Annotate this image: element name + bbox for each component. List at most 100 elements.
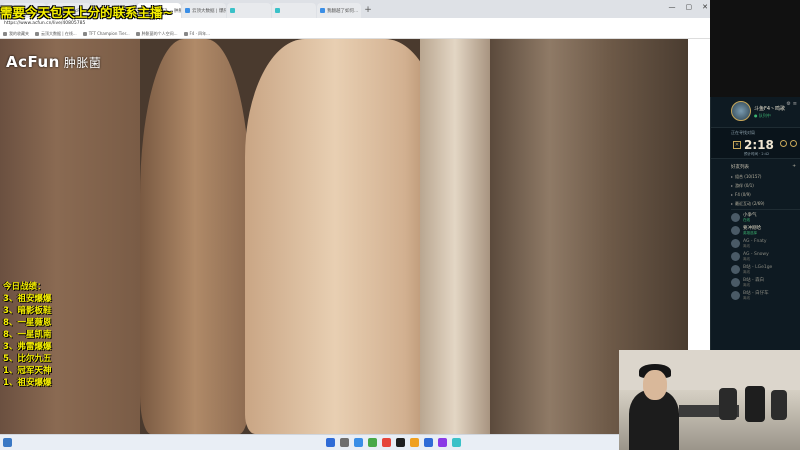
menu-icon[interactable]: ≡ [793, 101, 797, 107]
close-icon[interactable]: ✕ [702, 3, 708, 11]
stats-entry: 3、弗雷爆爆 [3, 342, 52, 352]
friend-avatar [731, 252, 740, 261]
streamer-webcam [619, 350, 800, 450]
friend-info: AG - Snowy 离线 [743, 252, 769, 261]
queue-buttons [780, 140, 797, 147]
bookmark-item[interactable]: 肿胀菌的个人空间... [135, 30, 178, 37]
live-video[interactable]: AcFun 肿胀菌 今日战绩： 3、祖安爆爆 3、暗影板鞋 8、一星薇恩 8、一星凯南 3… [0, 39, 688, 434]
bookmark-label: 肿胀菌的个人空间... [141, 30, 178, 36]
video-door [420, 39, 490, 434]
bookmark-item[interactable]: 云顶大数据 | 在线... [35, 31, 77, 37]
add-friend-icon[interactable]: + [792, 164, 796, 169]
webcam-person-face [643, 370, 667, 400]
taskbar-app-icon[interactable] [326, 438, 335, 447]
bookmarks-bar: 我的收藏夹 云顶大数据 | 在线... TFT Champion Tier... 肿胀… [0, 29, 710, 39]
stats-entry: 5、比尔九五 [3, 354, 52, 364]
tab-favicon-icon [320, 8, 325, 13]
friend-status: 英雄选择 [743, 231, 757, 235]
new-tab-button[interactable]: + [362, 3, 374, 18]
stats-entry: 3、祖安爆爆 [3, 294, 52, 304]
profile-icons: ⚙ ≡ [786, 101, 797, 107]
friend-group[interactable]: 最近互动 (2/69) [731, 199, 800, 208]
window-controls: — ▢ ✕ [669, 3, 709, 11]
taskbar-app-icon[interactable] [452, 438, 461, 447]
friend-item[interactable]: B站 - 森白 离线 [731, 276, 800, 289]
friends-header-label: 好友列表 [731, 164, 749, 170]
player-avatar[interactable] [731, 101, 751, 121]
friends-list: 好友列表 + 组合 (10/157)游伴 (0/1)F4 (0/9)最近互动 (… [711, 159, 800, 302]
taskbar-app-icon[interactable] [340, 438, 349, 447]
video-figure-reflection [140, 39, 250, 434]
friend-status: 离线 [743, 270, 750, 274]
browser-tab[interactable]: 我翻越了如何... [317, 3, 361, 18]
friend-item[interactable]: B站 - LGe1ge 离线 [731, 263, 800, 276]
bookmark-icon [35, 31, 39, 36]
taskbar-app-icon[interactable] [354, 438, 363, 447]
queue-timer: 2:18 [744, 138, 774, 152]
bookmark-icon [183, 31, 188, 36]
taskbar-app-icon[interactable] [382, 438, 391, 447]
friends-divider [731, 209, 800, 210]
friend-item[interactable]: 要冲刚哈 英雄选择 [731, 224, 800, 237]
player-name: 斗鱼F4丶鸣歌 [754, 106, 786, 112]
browser-tab[interactable] [227, 3, 271, 18]
player-profile[interactable]: 斗鱼F4丶鸣歌 ● 队列中 ⚙ ≡ [711, 97, 800, 127]
friend-avatar [731, 239, 740, 248]
friend-item[interactable]: AG - Fnaty 离线 [731, 237, 800, 250]
webcam-chair [771, 390, 787, 420]
friends-header: 好友列表 + [731, 161, 800, 172]
cancel-queue-icon[interactable]: ✕ [733, 141, 741, 149]
stats-entry: 1、祖安爆爆 [3, 378, 52, 388]
friend-info: B站 - 森白 离线 [743, 278, 764, 287]
chat-icon[interactable] [790, 140, 797, 147]
browser-tab[interactable]: 云顶大数据 | 爆肝... [182, 3, 226, 18]
bookmark-label: 我的收藏夹 [9, 30, 29, 36]
tab-favicon-icon [185, 8, 190, 13]
taskbar-app-icon[interactable] [368, 438, 377, 447]
friend-status: 离线 [743, 244, 750, 248]
friend-status: 在线 [743, 218, 750, 222]
browser-tab[interactable] [272, 3, 316, 18]
queue-panel: 正在寻找对局 ✕ 2:18 预计时间 · 2:42 [711, 127, 800, 159]
game-client-panel: 斗鱼F4丶鸣歌 ● 队列中 ⚙ ≡ 正在寻找对局 ✕ 2:18 预计时间 · 2… [710, 97, 800, 350]
bookmark-icon [135, 31, 140, 36]
friend-item[interactable]: 小争气 在线 [731, 211, 800, 224]
bookmark-icon [3, 31, 7, 36]
browser-window: 【...】 AcFun...肿胀菌的个人空间 · AcFun弹幕视频网【求包天】… [0, 0, 710, 438]
friend-status: 离线 [743, 283, 750, 287]
friend-info: 要冲刚哈 英雄选择 [743, 226, 761, 235]
webcam-chair [719, 388, 737, 420]
settings-icon[interactable]: ⚙ [786, 101, 790, 107]
bookmark-item[interactable]: 我的收藏夹 [3, 31, 29, 37]
friend-item[interactable]: B站 - 白仔车 离线 [731, 289, 800, 302]
friend-status: 离线 [743, 257, 750, 261]
bookmark-item[interactable]: TFT Champion Tier... [82, 31, 130, 36]
taskbar-app-icon[interactable] [424, 438, 433, 447]
friend-group[interactable]: 游伴 (0/1) [731, 181, 800, 190]
party-icon[interactable] [780, 140, 787, 147]
url-text[interactable]: https://www.acfun.cn/live/40805785 [4, 21, 85, 26]
taskbar-app-icon[interactable] [438, 438, 447, 447]
tab-favicon-icon [230, 8, 235, 13]
maximize-icon[interactable]: ▢ [686, 3, 693, 11]
friend-group[interactable]: F4 (0/9) [731, 190, 800, 199]
daily-stats: 今日战绩： 3、祖安爆爆 3、暗影板鞋 8、一星薇恩 8、一星凯南 3、弗雷爆爆 5、比尔… [3, 281, 51, 389]
acfun-logo: AcFun [6, 53, 60, 71]
bookmark-item[interactable]: F4 · 四年... [183, 30, 210, 37]
taskbar-app-icon[interactable] [396, 438, 405, 447]
taskbar-app-icon[interactable] [410, 438, 419, 447]
bookmark-label: F4 · 四年... [189, 30, 210, 36]
friend-group[interactable]: 组合 (10/157) [731, 172, 800, 181]
taskbar-apps [326, 438, 461, 447]
player-status: ● 队列中 [754, 113, 771, 118]
minimize-icon[interactable]: — [669, 3, 676, 11]
friend-item[interactable]: AG - Snowy 离线 [731, 250, 800, 263]
queue-estimate: 预计时间 · 2:42 [744, 152, 770, 156]
friend-status: 离线 [743, 296, 750, 300]
friend-avatar [731, 213, 740, 222]
promo-banner: 需要今天包天上分的联系主播~ [0, 5, 173, 20]
bookmark-label: TFT Champion Tier... [88, 31, 130, 36]
tab-label: 我翻越了如何... [327, 8, 359, 14]
widgets-icon[interactable] [3, 438, 12, 447]
video-figure-main [245, 39, 445, 434]
